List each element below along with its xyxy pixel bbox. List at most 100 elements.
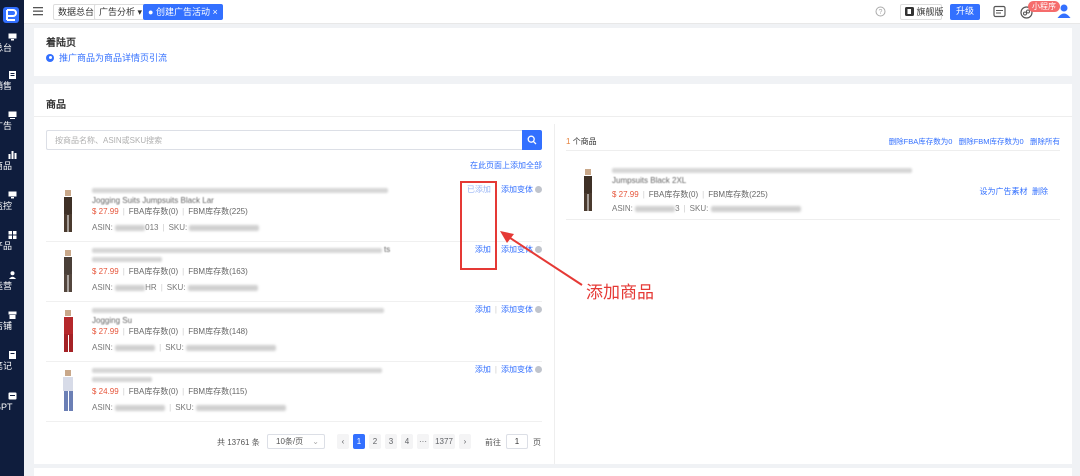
fbm-stock: FBM库存数(163) bbox=[188, 267, 248, 276]
landing-option[interactable]: 推广商品为商品详情页引流 bbox=[46, 51, 167, 64]
help-icon[interactable]: ? bbox=[875, 6, 886, 17]
blurred-sku bbox=[186, 344, 277, 351]
goto-page-input[interactable]: 1 bbox=[506, 434, 528, 449]
blurred-asin bbox=[115, 284, 146, 291]
product-price: $ 27.99 bbox=[92, 207, 119, 216]
annotation-arrow bbox=[500, 231, 583, 286]
product-thumbnail bbox=[584, 169, 592, 211]
product-title-text: Jogging Su bbox=[92, 316, 133, 325]
mini-program-badge[interactable]: 小程序 bbox=[1028, 1, 1060, 12]
landing-page-section: 着陆页 推广商品为商品详情页引流 bbox=[34, 28, 1072, 76]
add-variant-button[interactable]: 添加变体 bbox=[501, 185, 533, 194]
delete-fbm-zero-link[interactable]: 删除FBM库存数为0 bbox=[959, 137, 1024, 146]
next-section-top bbox=[34, 468, 1072, 476]
asin-label: ASIN: bbox=[92, 343, 113, 352]
page-button[interactable]: 2 bbox=[369, 434, 381, 449]
menu-icon[interactable] bbox=[33, 6, 43, 16]
product-title-text: ts bbox=[384, 245, 391, 254]
product-title-text: Jogging Suits Jumpsuits Black Lar bbox=[92, 196, 214, 205]
add-all-on-page-link[interactable]: 在此页面上添加全部 bbox=[470, 160, 542, 171]
prev-page-button[interactable]: ‹ bbox=[337, 434, 349, 449]
sidebar-item-catalog[interactable]: 产品 bbox=[0, 231, 24, 251]
product-price: $ 27.99 bbox=[92, 327, 119, 336]
fbm-stock: FBM库存数(148) bbox=[188, 327, 248, 336]
product-actions: 添加 | 添加变体 bbox=[475, 364, 542, 375]
avatar-icon[interactable] bbox=[1057, 3, 1071, 19]
sidebar-item-ads[interactable]: 广告 bbox=[0, 111, 24, 131]
radio-selected-icon[interactable] bbox=[46, 53, 54, 62]
page-button[interactable]: 1 bbox=[353, 434, 365, 449]
selected-count-number: 1 bbox=[566, 137, 571, 146]
product-meta: $ 27.99 | FBA库存数(0) | FBM库存数(148) bbox=[92, 327, 248, 336]
sidebar-item-store[interactable]: 店铺 bbox=[0, 311, 24, 331]
page-size-value: 10条/页 bbox=[276, 437, 304, 446]
chevron-down-icon: ⌄ bbox=[312, 437, 319, 446]
sidebar-item-gpt[interactable]: GPT bbox=[0, 392, 24, 412]
sidebar-item-label: 运营 bbox=[0, 281, 13, 291]
store-icon bbox=[8, 311, 16, 319]
add-variant-button[interactable]: 添加变体 bbox=[501, 365, 533, 374]
edition-logo-icon bbox=[905, 7, 914, 16]
product-ids: ASIN: | SKU: bbox=[92, 403, 287, 412]
add-button[interactable]: 添加 bbox=[475, 305, 491, 314]
app-logo[interactable] bbox=[0, 4, 22, 26]
product-thumbnail bbox=[63, 370, 73, 411]
fba-stock: FBA库存数(0) bbox=[128, 387, 179, 396]
help-icon[interactable] bbox=[535, 306, 542, 314]
product-search-input[interactable] bbox=[46, 130, 522, 150]
sidebar-item-label: 笔记 bbox=[0, 361, 13, 371]
help-icon[interactable] bbox=[535, 186, 542, 194]
product-title: Jogging Su bbox=[92, 306, 392, 325]
page-button[interactable]: 4 bbox=[401, 434, 413, 449]
search-button[interactable] bbox=[522, 130, 542, 150]
breadcrumb-ad-analysis[interactable]: 广告分析 ▾ bbox=[94, 4, 148, 20]
asin-label: ASIN: bbox=[612, 204, 633, 213]
blurred-sku bbox=[710, 205, 801, 212]
upgrade-button[interactable]: 升级 bbox=[950, 4, 980, 20]
fba-stock: FBA库存数(0) bbox=[128, 207, 179, 216]
product-title: Jogging Suits Jumpsuits Black Lar bbox=[92, 186, 392, 205]
products-title: 商品 bbox=[46, 100, 66, 111]
sidebar-item-label: 总台 bbox=[0, 43, 13, 53]
sidebar-item-monitor[interactable]: 监控 bbox=[0, 191, 24, 211]
pagination: 共 13761 条 10条/页 ⌄ ‹ 1 2 3 4 ··· 1377 › 前往… bbox=[34, 432, 554, 452]
sidebar-item-sales[interactable]: 销售 bbox=[0, 71, 24, 91]
sidebar-item-notes[interactable]: 笔记 bbox=[0, 351, 24, 371]
sidebar: 总台 销售 广告 商品 监控 产品 运营 店铺 笔记 GPT bbox=[0, 0, 24, 476]
product-title: ts bbox=[92, 245, 392, 264]
page-button[interactable]: 3 bbox=[385, 434, 397, 449]
sidebar-item-label: GPT bbox=[0, 402, 13, 412]
sidebar-item-operations[interactable]: 运营 bbox=[0, 271, 24, 291]
page-size-select[interactable]: 10条/页 ⌄ bbox=[267, 434, 325, 449]
delete-fba-zero-link[interactable]: 删除FBA库存数为0 bbox=[889, 137, 953, 146]
breadcrumb-data-dashboard[interactable]: 数据总台 bbox=[53, 4, 100, 20]
blurred-sku bbox=[196, 404, 287, 411]
product-row: $ 24.99 | FBA库存数(0) | FBM库存数(115) ASIN: | SKU… bbox=[46, 362, 542, 422]
sidebar-item-dashboard[interactable]: 总台 bbox=[0, 33, 24, 53]
note-icon bbox=[8, 351, 16, 359]
fbm-stock: FBM库存数(225) bbox=[708, 190, 768, 199]
sidebar-item-products[interactable]: 商品 bbox=[0, 151, 24, 171]
selected-product-row: Jumpsuits Black 2XL $ 27.99 | FBA库存数(0) | FB… bbox=[566, 164, 1060, 220]
help-icon[interactable] bbox=[535, 366, 542, 374]
product-title: Jumpsuits Black 2XL bbox=[612, 166, 912, 185]
tab-create-campaign[interactable]: ● 创建广告活动 × bbox=[143, 4, 223, 20]
top-bar: 数据总台 广告分析 ▾ ● 创建广告活动 × ? 旗舰版 升级 小程序 bbox=[24, 0, 1080, 24]
divider bbox=[566, 150, 1060, 151]
add-variant-button[interactable]: 添加变体 bbox=[501, 305, 533, 314]
blurred-sku bbox=[187, 284, 258, 291]
product-meta: $ 27.99 | FBA库存数(0) | FBM库存数(163) bbox=[92, 267, 248, 276]
goto-unit: 页 bbox=[533, 438, 541, 447]
delete-all-link[interactable]: 删除所有 bbox=[1030, 137, 1060, 146]
next-page-button[interactable]: › bbox=[459, 434, 471, 449]
product-ids: ASIN: 013 | SKU: bbox=[92, 223, 260, 232]
page-button[interactable]: 1377 bbox=[433, 434, 455, 449]
product-meta: $ 27.99 | FBA库存数(0) | FBM库存数(225) bbox=[612, 190, 768, 199]
page-ellipsis-button[interactable]: ··· bbox=[417, 434, 429, 449]
delete-link[interactable]: 删除 bbox=[1032, 187, 1048, 196]
product-title-text: Jumpsuits Black 2XL bbox=[612, 176, 687, 185]
edition-badge[interactable]: 旗舰版 bbox=[900, 4, 944, 20]
calendar-icon[interactable] bbox=[993, 5, 1006, 18]
add-button[interactable]: 添加 bbox=[475, 365, 491, 374]
set-ad-material-link[interactable]: 设为广告素材 bbox=[980, 187, 1028, 196]
